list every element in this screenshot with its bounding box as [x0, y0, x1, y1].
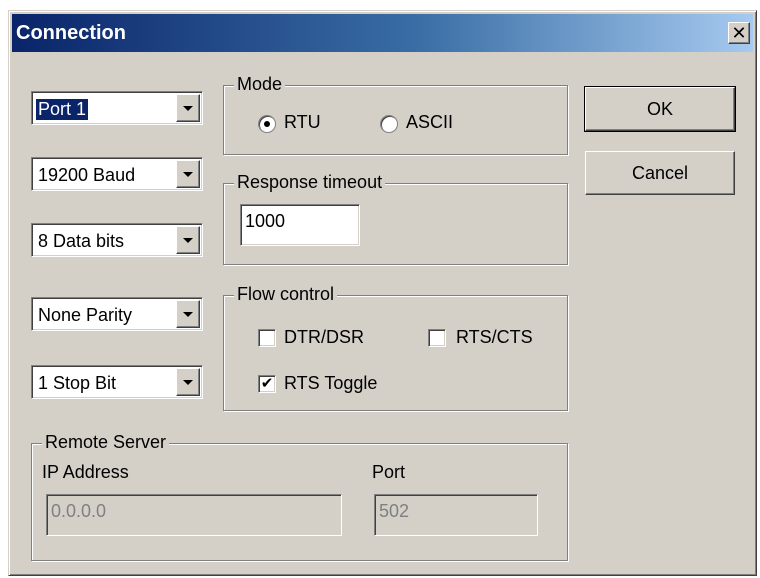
title-bar[interactable]: Connection ✕ [12, 14, 753, 52]
rts-toggle-label[interactable]: RTS Toggle [284, 373, 377, 394]
ip-address-label: IP Address [42, 462, 129, 482]
chevron-down-icon[interactable] [176, 94, 200, 122]
ip-address-value: 0.0.0.0 [51, 501, 107, 521]
chevron-down-icon[interactable] [176, 160, 200, 188]
response-timeout-legend: Response timeout [234, 172, 386, 193]
connection-dialog: Connection ✕ Port 1 19200 Baud 8 Data bi… [8, 10, 757, 576]
ok-button-label: OK [646, 98, 673, 119]
mode-legend: Mode [234, 74, 286, 95]
remote-server-legend: Remote Server [42, 432, 170, 453]
remote-port-input[interactable]: 502 [374, 494, 538, 536]
response-timeout-input[interactable]: 1000 [240, 204, 360, 246]
flow-control-legend: Flow control [234, 284, 338, 305]
remote-port-value: 502 [379, 501, 410, 521]
dtr-dsr-checkbox[interactable] [258, 329, 276, 347]
port-label: Port [372, 462, 406, 482]
ascii-radio[interactable] [380, 115, 398, 133]
port-select[interactable]: Port 1 [31, 91, 203, 125]
rtu-label[interactable]: RTU [284, 112, 321, 133]
response-timeout-group: Response timeout 1000 [223, 172, 568, 265]
baud-select[interactable]: 19200 Baud [31, 157, 203, 191]
rts-cts-label[interactable]: RTS/CTS [456, 327, 533, 348]
cancel-button-label: Cancel [631, 162, 689, 183]
flow-control-group: Flow control DTR/DSR RTS/CTS ✔ RTS Toggl… [223, 284, 568, 411]
stop-bits-select-value: 1 Stop Bit [38, 373, 117, 393]
remote-server-group: Remote Server IP Address 0.0.0.0 Port 50… [31, 432, 568, 561]
data-bits-select[interactable]: 8 Data bits [31, 223, 203, 257]
stop-bits-select[interactable]: 1 Stop Bit [31, 365, 203, 399]
cancel-button[interactable]: Cancel [585, 151, 735, 195]
ip-address-input[interactable]: 0.0.0.0 [46, 494, 342, 536]
response-timeout-value: 1000 [245, 211, 286, 231]
ok-button[interactable]: OK [584, 86, 736, 132]
parity-select-value: None Parity [38, 305, 133, 325]
window-title: Connection [16, 22, 126, 44]
rtu-radio[interactable] [258, 115, 276, 133]
chevron-down-icon[interactable] [176, 226, 200, 254]
checkmark-icon: ✔ [260, 375, 274, 392]
parity-select[interactable]: None Parity [31, 297, 203, 331]
close-icon: ✕ [731, 23, 747, 43]
rts-toggle-checkbox[interactable]: ✔ [258, 375, 276, 393]
ascii-label[interactable]: ASCII [406, 112, 453, 133]
chevron-down-icon[interactable] [176, 368, 200, 396]
data-bits-select-value: 8 Data bits [38, 231, 125, 251]
close-button[interactable]: ✕ [728, 22, 750, 44]
chevron-down-icon[interactable] [176, 300, 200, 328]
dtr-dsr-label[interactable]: DTR/DSR [284, 327, 364, 348]
baud-select-value: 19200 Baud [38, 165, 136, 185]
port-select-value: Port 1 [34, 98, 90, 121]
mode-group: Mode RTU ASCII [223, 74, 568, 155]
rts-cts-checkbox[interactable] [428, 329, 446, 347]
